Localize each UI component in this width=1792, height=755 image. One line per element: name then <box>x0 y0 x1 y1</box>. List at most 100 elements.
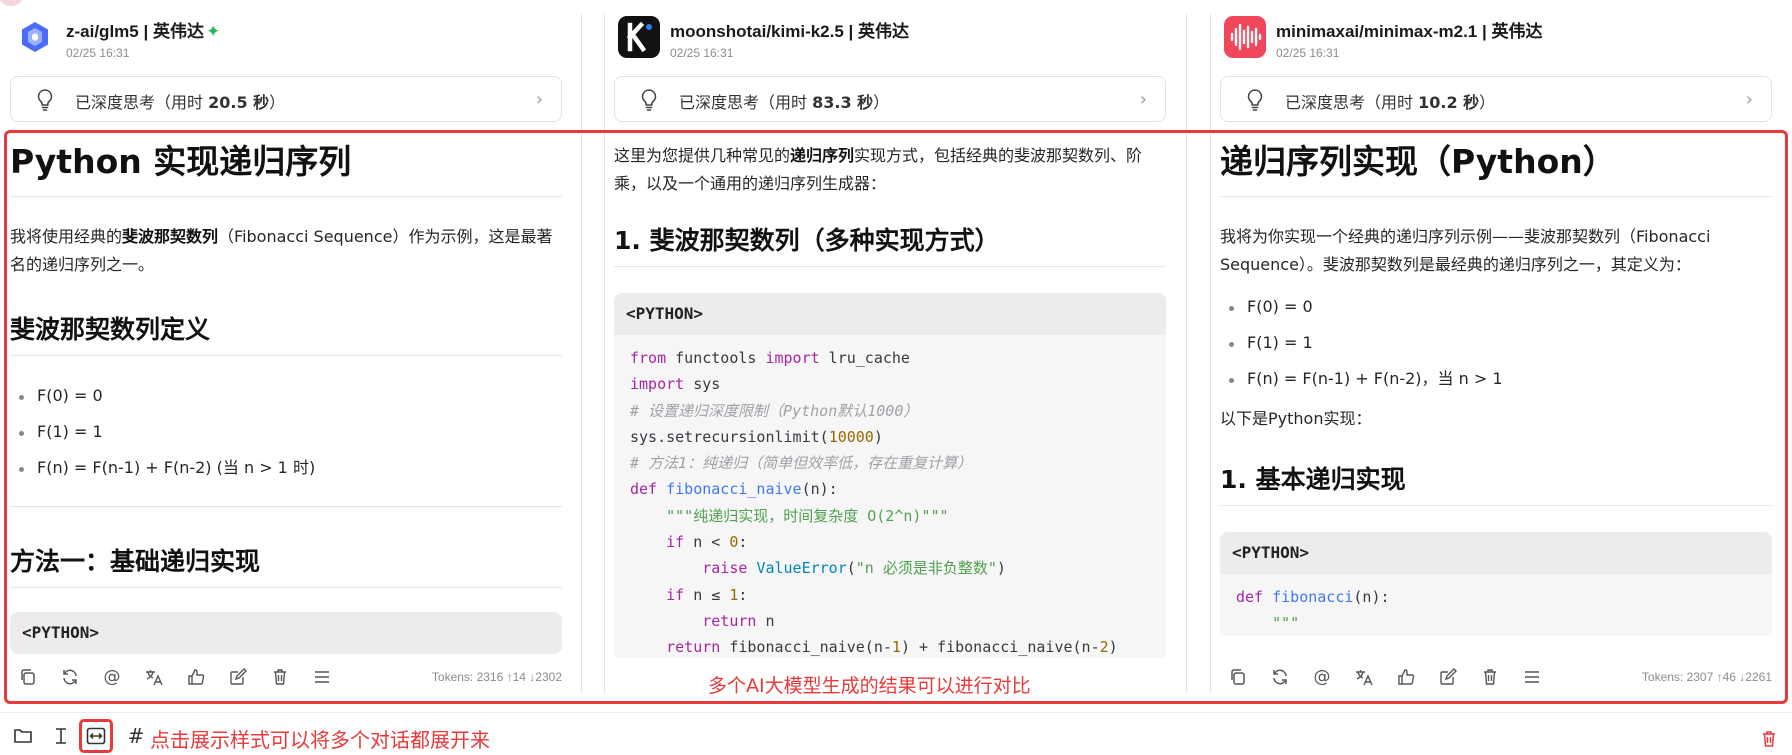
heading-2: 1. 基本递归实现 <box>1220 465 1772 506</box>
message-content: 这里为您提供几种常见的递归序列实现方式，包括经典的斐波那契数列、阶乘，以及一个通… <box>614 132 1166 658</box>
chevron-right-icon: › <box>535 89 543 110</box>
copy-icon[interactable] <box>1226 665 1250 689</box>
copy-icon[interactable] <box>16 665 40 689</box>
paragraph: 我将为你实现一个经典的递归序列示例——斐波那契数列（Fibonacci Sequ… <box>1220 226 1711 274</box>
folder-icon[interactable] <box>11 724 35 748</box>
heading-1: 递归序列实现（Python） <box>1220 132 1772 197</box>
message-time: 02/25 16:31 <box>66 46 130 60</box>
code-line: from functools import lru_cache <box>630 349 910 367</box>
message-header: z-ai/glm5 | 英伟达 ✦ 02/25 16:31 <box>10 14 570 64</box>
message-content: Python 实现递归序列 我将使用经典的斐波那契数列（Fibonacci Se… <box>10 132 562 658</box>
thumbs-up-icon[interactable] <box>184 665 208 689</box>
glm-logo-icon <box>14 16 56 58</box>
model-name: minimaxai/minimax-m2.1 | 英伟达 <box>1276 22 1543 41</box>
lightbulb-icon <box>641 89 657 111</box>
column-divider <box>1186 14 1187 694</box>
code-language-label: <PYTHON> <box>10 611 562 654</box>
heading-2: 1. 斐波那契数列（多种实现方式） <box>614 226 1166 267</box>
column-divider <box>581 14 582 694</box>
trash-icon[interactable] <box>1757 727 1781 751</box>
chevron-right-icon: › <box>1139 89 1147 110</box>
code-line: if n ≤ 1: <box>666 585 748 604</box>
bullet-list: F(0) = 0 F(1) = 1 F(n) = F(n-1) + F(n-2)… <box>10 386 562 478</box>
mention-icon[interactable]: @ <box>100 665 124 689</box>
message-time: 02/25 16:31 <box>670 46 734 60</box>
token-count: Tokens: 2316 ↑14 ↓2302 <box>431 670 562 684</box>
heading-2: 斐波那契数列定义 <box>10 315 562 356</box>
code-line: import sys <box>630 375 721 394</box>
code-line: def fibonacci(n): <box>1236 587 1390 606</box>
message-toolbar: @ Tokens: 2316 ↑14 ↓2302 <box>10 665 562 691</box>
code-line: """纯递归实现，时间复杂度 O(2^n)""" <box>666 506 949 525</box>
display-style-annotation: 点击展示样式可以将多个对话都展开来 <box>150 728 490 752</box>
list-item: F(1) = 1 <box>1220 333 1772 353</box>
paragraph: 以下是Python实现： <box>1220 408 1372 428</box>
delete-icon[interactable] <box>1478 665 1502 689</box>
edit-icon[interactable] <box>1436 665 1460 689</box>
translate-icon[interactable] <box>142 665 166 689</box>
list-item: F(0) = 0 <box>1220 297 1772 317</box>
token-count: Tokens: 2307 ↑46 ↓2261 <box>1641 670 1772 684</box>
thumbs-up-icon[interactable] <box>1394 665 1418 689</box>
heading-2: 方法一：基础递归实现 <box>10 547 562 588</box>
divider <box>10 505 562 507</box>
regenerate-icon[interactable] <box>1268 665 1292 689</box>
thinking-toggle[interactable]: 已深度思考（用时 10.2 秒） › <box>1220 76 1772 122</box>
model-column-glm5: z-ai/glm5 | 英伟达 ✦ 02/25 16:31 已深度思考（用时 20… <box>0 0 582 694</box>
thinking-toggle[interactable]: 已深度思考（用时 20.5 秒） › <box>10 76 562 122</box>
code-line: return n <box>702 611 775 630</box>
list-item: F(1) = 1 <box>10 422 562 442</box>
paragraph: 这里为您提供几种常见的递归序列实现方式，包括经典的斐波那契数列、阶乘，以及一个通… <box>614 146 1143 193</box>
comparison-annotation: 多个AI大模型生成的结果可以进行对比 <box>708 675 1031 697</box>
minimax-logo-icon <box>1224 16 1266 58</box>
delete-icon[interactable] <box>268 665 292 689</box>
translate-icon[interactable] <box>1352 665 1376 689</box>
code-content: from functools import lru_cacheimport sy… <box>614 335 1166 658</box>
list-item: F(n) = F(n-1) + F(n-2) (当 n > 1 时) <box>10 458 562 478</box>
code-line: # 设置递归深度限制（Python默认1000） <box>630 401 919 420</box>
code-block: <PYTHON> from functools import lru_cache… <box>614 293 1166 658</box>
list-item: F(n) = F(n-1) + F(n-2)，当 n > 1 <box>1220 369 1772 389</box>
code-line: if n < 0: <box>666 533 748 552</box>
chevron-right-icon: › <box>1745 89 1753 110</box>
lightbulb-icon <box>1247 89 1263 111</box>
message-header: moonshotai/kimi-k2.5 | 英伟达 02/25 16:31 <box>614 14 1174 64</box>
thinking-duration: 已深度思考（用时 83.3 秒） <box>679 93 890 112</box>
code-line: sys.setrecursionlimit(10000) <box>630 427 883 446</box>
code-block: <PYTHON> <box>10 611 562 654</box>
menu-icon[interactable] <box>310 665 334 689</box>
message-content: 递归序列实现（Python） 我将为你实现一个经典的递归序列示例——斐波那契数列… <box>1220 132 1772 658</box>
model-column-kimi: moonshotai/kimi-k2.5 | 英伟达 02/25 16:31 已… <box>604 0 1184 694</box>
message-time: 02/25 16:31 <box>1276 46 1340 60</box>
code-line: # 方法1：纯递归（简单但效率低，存在重复计算） <box>630 454 973 473</box>
list-item: F(0) = 0 <box>10 386 562 406</box>
thinking-duration: 已深度思考（用时 10.2 秒） <box>1285 93 1496 112</box>
thinking-toggle[interactable]: 已深度思考（用时 83.3 秒） › <box>614 76 1166 122</box>
code-line: return fibonacci_naive(n-1) + fibonacci_… <box>666 638 1118 657</box>
kimi-logo-icon <box>618 16 660 58</box>
mention-icon[interactable]: @ <box>1310 665 1334 689</box>
model-name: moonshotai/kimi-k2.5 | 英伟达 <box>670 22 910 41</box>
edit-icon[interactable] <box>226 665 250 689</box>
model-name: z-ai/glm5 | 英伟达 ✦ <box>66 22 221 41</box>
text-cursor-icon[interactable] <box>49 724 73 748</box>
model-column-minimax: minimaxai/minimax-m2.1 | 英伟达 02/25 16:31… <box>1210 0 1786 694</box>
menu-icon[interactable] <box>1520 665 1544 689</box>
regenerate-icon[interactable] <box>58 665 82 689</box>
code-line: raise ValueError("n 必须是非负整数") <box>702 559 1006 578</box>
heading-1: Python 实现递归序列 <box>10 132 562 197</box>
lightbulb-icon <box>37 89 53 111</box>
paragraph: 我将使用经典的斐波那契数列（Fibonacci Sequence）作为示例，这是… <box>10 226 553 274</box>
code-content: def fibonacci(n): """ <box>1220 574 1772 637</box>
code-language-label: <PYTHON> <box>1220 531 1772 574</box>
message-toolbar: @ Tokens: 2307 ↑46 ↓2261 <box>1220 665 1772 691</box>
code-block: <PYTHON> def fibonacci(n): """ <box>1220 531 1772 637</box>
thinking-duration: 已深度思考（用时 20.5 秒） <box>75 93 286 112</box>
bullet-list: F(0) = 0 F(1) = 1 F(n) = F(n-1) + F(n-2)… <box>1220 297 1772 389</box>
hash-icon[interactable]: # <box>124 724 148 748</box>
sparkle-icon: ✦ <box>205 22 221 41</box>
code-line: """ <box>1236 613 1300 632</box>
code-language-label: <PYTHON> <box>614 293 1166 335</box>
message-header: minimaxai/minimax-m2.1 | 英伟达 02/25 16:31 <box>1220 14 1780 64</box>
expand-horizontal-icon[interactable] <box>84 724 108 748</box>
